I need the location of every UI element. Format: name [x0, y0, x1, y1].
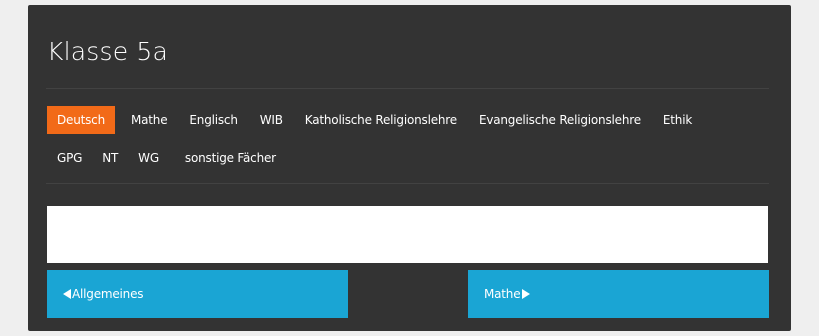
triangle-right-icon: [522, 289, 531, 299]
tab-ethik[interactable]: Ethik: [653, 106, 702, 134]
subject-tabs-row-2: GPG NT WG sonstige Fächer: [47, 144, 286, 172]
page-title: Klasse 5a: [47, 37, 169, 66]
next-subject-label: Mathe: [484, 287, 521, 301]
tab-deutsch[interactable]: Deutsch: [47, 106, 115, 134]
tab-katholische-religionslehre[interactable]: Katholische Religionslehre: [295, 106, 467, 134]
subject-tabs-row-1: Deutsch Mathe Englisch WIB Katholische R…: [47, 106, 702, 134]
tab-englisch[interactable]: Englisch: [179, 106, 247, 134]
tab-wib[interactable]: WIB: [250, 106, 293, 134]
tab-wg[interactable]: WG: [128, 144, 169, 172]
subject-content-area: [47, 206, 768, 263]
class-panel: Klasse 5a Deutsch Mathe Englisch WIB Kat…: [28, 5, 791, 331]
prev-subject-label: Allgemeines: [72, 287, 144, 301]
tabs-divider: [46, 183, 769, 184]
title-divider: [46, 88, 769, 89]
triangle-left-icon: [63, 289, 71, 299]
page-background: Klasse 5a Deutsch Mathe Englisch WIB Kat…: [0, 0, 819, 336]
next-subject-button[interactable]: Mathe: [468, 270, 769, 318]
tab-sonstige-faecher[interactable]: sonstige Fächer: [175, 144, 286, 172]
prev-subject-button[interactable]: Allgemeines: [47, 270, 348, 318]
tab-gpg[interactable]: GPG: [47, 144, 92, 172]
tab-mathe[interactable]: Mathe: [121, 106, 177, 134]
tab-nt[interactable]: NT: [92, 144, 128, 172]
tab-evangelische-religionslehre[interactable]: Evangelische Religionslehre: [469, 106, 651, 134]
